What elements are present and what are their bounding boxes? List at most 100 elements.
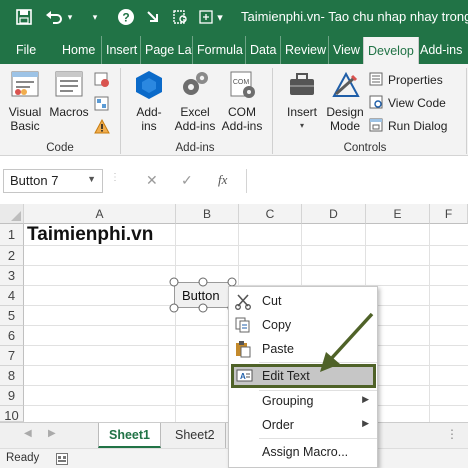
svg-text:COM: COM	[233, 79, 250, 86]
column-header[interactable]: A	[24, 204, 176, 224]
macros-button[interactable]: Macros	[48, 70, 90, 119]
group-divider	[272, 68, 273, 154]
annotation-arrow	[320, 312, 374, 372]
menu-item-assign-macro[interactable]: Assign Macro...	[229, 440, 377, 464]
tab-view[interactable]: View	[328, 36, 364, 64]
title-bar: ▾ ▾ ? ▾ Taimienphi.vn- Tao chu nhap nhay…	[0, 0, 468, 36]
gridline	[429, 224, 430, 422]
redo-icon[interactable]	[143, 7, 163, 27]
macro-recording-icon[interactable]	[56, 453, 68, 468]
group-label-controls: Controls	[343, 142, 387, 154]
tab-file[interactable]: File	[12, 36, 40, 64]
customize-icon[interactable]	[196, 7, 216, 27]
scissors-icon	[234, 292, 252, 310]
tab-home[interactable]: Home	[58, 36, 99, 64]
tab-addins[interactable]: Add-ins	[416, 36, 466, 64]
properties-button[interactable]: Properties	[369, 71, 443, 89]
visual-basic-icon	[4, 70, 46, 103]
com-addins-button[interactable]: COM COM Add-ins	[218, 70, 266, 133]
edit-text-icon: A	[236, 367, 254, 385]
tab-insert[interactable]: Insert	[101, 36, 141, 64]
insert-control-button[interactable]: Insert ▾	[280, 70, 324, 133]
row-header[interactable]: 10	[0, 406, 24, 423]
menu-item-order[interactable]: Order ▶	[229, 413, 377, 437]
copy-icon	[234, 316, 252, 334]
column-header[interactable]: E	[366, 204, 430, 224]
tab-formulas[interactable]: Formula	[192, 36, 247, 64]
paste-icon	[234, 340, 252, 358]
save-icon[interactable]	[14, 7, 34, 27]
ribbon-tabs: File Home Insert Page Lay Formula Data R…	[0, 36, 468, 64]
properties-icon	[369, 72, 383, 89]
record-macro-icon[interactable]	[94, 72, 110, 88]
tab-page-layout[interactable]: Page Lay	[140, 36, 192, 64]
relative-references-icon[interactable]	[94, 96, 110, 112]
tab-data[interactable]: Data	[245, 36, 280, 64]
chevron-down-icon[interactable]: ▼	[87, 174, 96, 184]
svg-text:A: A	[240, 372, 246, 381]
row-header[interactable]: 8	[0, 366, 24, 386]
formula-bar: Button 7 ▼ ⋮ ✕ ✓ fx	[0, 164, 468, 198]
addins-button[interactable]: Add- ins	[126, 70, 172, 133]
excel-addins-button[interactable]: Excel Add-ins	[172, 70, 218, 133]
group-divider	[120, 68, 121, 154]
store-hexagon-icon	[126, 70, 172, 103]
row-header[interactable]: 5	[0, 306, 24, 326]
row-header[interactable]: 7	[0, 346, 24, 366]
dropdown-icon[interactable]: ▾	[89, 7, 101, 27]
select-all-corner[interactable]	[0, 204, 24, 224]
scroll-left-icon[interactable]: ◀	[24, 428, 32, 439]
tab-developer[interactable]: Develop	[363, 37, 419, 64]
print-preview-icon[interactable]	[170, 7, 190, 27]
help-icon[interactable]: ?	[116, 7, 136, 27]
chevron-down-icon: ▾	[299, 121, 304, 130]
scroll-more-icon[interactable]: ⋮	[446, 427, 458, 441]
com-addins-icon: COM	[218, 70, 266, 103]
column-header[interactable]: B	[176, 204, 239, 224]
design-mode-button[interactable]: Design Mode	[324, 70, 366, 133]
view-code-button[interactable]: View Code	[369, 94, 446, 112]
cancel-icon[interactable]: ✕	[146, 172, 158, 189]
svg-text:?: ?	[122, 11, 129, 25]
group-label-code: Code	[46, 142, 74, 154]
more-commands-icon[interactable]: ▾	[214, 7, 226, 27]
macro-security-icon[interactable]	[94, 118, 110, 135]
undo-icon[interactable]	[44, 7, 64, 27]
cell-a1[interactable]: Taimienphi.vn	[27, 224, 153, 246]
status-text: Ready	[6, 452, 40, 464]
menu-item-grouping[interactable]: Grouping ▶	[229, 389, 377, 413]
group-divider	[466, 68, 467, 154]
row-header[interactable]: 9	[0, 386, 24, 406]
window-title: Taimienphi.vn- Tao chu nhap nhay trong..…	[241, 9, 468, 24]
scroll-right-icon[interactable]: ▶	[48, 428, 56, 439]
menu-separator	[259, 438, 377, 439]
macros-icon	[48, 70, 90, 103]
enter-icon[interactable]: ✓	[181, 172, 193, 189]
view-code-icon	[369, 95, 383, 112]
tab-review[interactable]: Review	[280, 36, 330, 64]
column-header[interactable]: C	[239, 204, 302, 224]
gridline	[175, 224, 176, 422]
name-box[interactable]: Button 7 ▼	[3, 169, 103, 193]
sheet-tab-sheet1[interactable]: Sheet1	[98, 423, 161, 448]
row-header[interactable]: 2	[0, 246, 24, 266]
formula-input[interactable]	[246, 169, 468, 193]
row-header[interactable]: 6	[0, 326, 24, 346]
run-dialog-icon	[369, 118, 383, 135]
ribbon: Visual Basic Macros Code Add- ins Excel …	[0, 64, 468, 156]
row-header[interactable]: 3	[0, 266, 24, 286]
submenu-arrow-icon: ▶	[362, 418, 369, 428]
column-header[interactable]: F	[430, 204, 468, 224]
more-icon: ⋮	[110, 172, 120, 183]
dropdown-icon[interactable]: ▾	[64, 7, 76, 27]
run-dialog-button[interactable]: Run Dialog	[369, 117, 447, 135]
column-header[interactable]: D	[302, 204, 366, 224]
toolbox-icon	[280, 70, 324, 103]
row-header[interactable]: 1	[0, 224, 24, 246]
insert-function-icon[interactable]: fx	[218, 172, 227, 188]
row-header[interactable]: 4	[0, 286, 24, 306]
design-mode-icon	[324, 70, 366, 103]
sheet-tab-sheet2[interactable]: Sheet2	[165, 423, 226, 448]
visual-basic-button[interactable]: Visual Basic	[4, 70, 46, 133]
submenu-arrow-icon: ▶	[362, 394, 369, 404]
